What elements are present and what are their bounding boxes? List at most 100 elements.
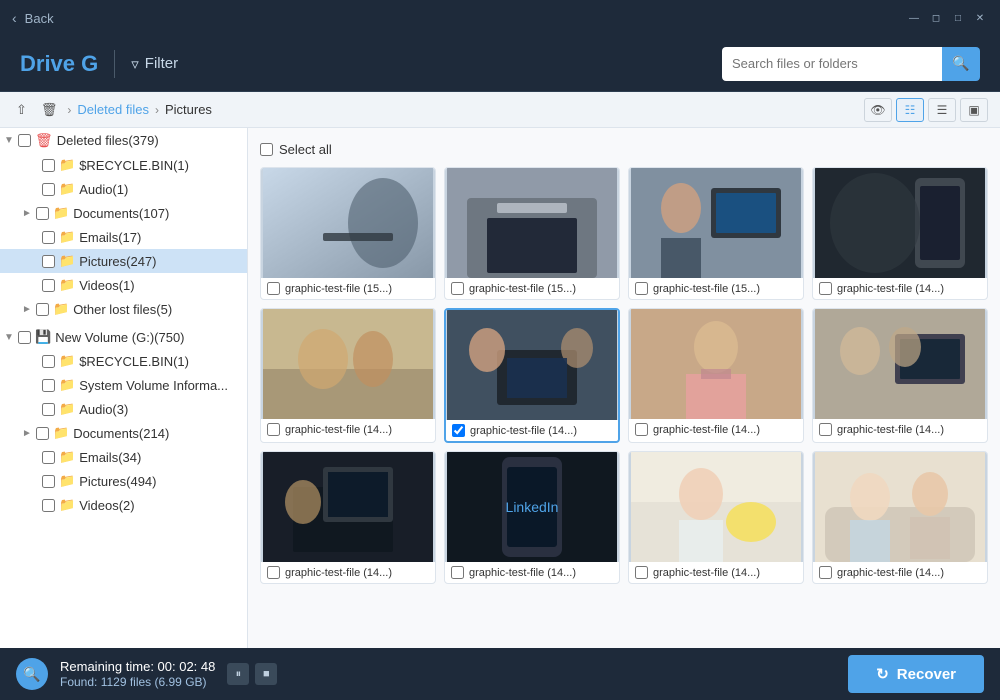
maximize-button[interactable]: □ <box>950 10 966 26</box>
drive-title: Drive G <box>20 51 98 77</box>
sidebar-item-deleted-files[interactable]: ▼ 🗑 Deleted files(379) <box>0 128 247 153</box>
filter-button[interactable]: ▿ Filter <box>131 55 178 73</box>
search-input[interactable] <box>722 47 942 81</box>
pause-button[interactable]: ⏸ <box>227 663 249 685</box>
file-thumbnail <box>813 168 987 278</box>
grid-item[interactable]: graphic-test-file (14...) <box>812 308 988 443</box>
pictures-label: Pictures(247) <box>79 254 156 269</box>
sidebar-item-new-volume[interactable]: ▼ 💾 New Volume (G:)(750) <box>0 325 247 349</box>
sidebar-item-nv-emails[interactable]: 📁 Emails(34) <box>0 445 247 469</box>
checkbox-audio[interactable] <box>42 183 55 196</box>
scan-info: Remaining time: 00: 02: 48 Found: 1129 f… <box>60 659 215 689</box>
stop-button[interactable]: ■ <box>255 663 277 685</box>
select-all-checkbox[interactable] <box>260 143 273 156</box>
view-list-button[interactable]: ☰ <box>928 98 956 122</box>
sidebar-item-nv-audio[interactable]: 📁 Audio(3) <box>0 397 247 421</box>
grid-item[interactable]: LinkedIngraphic-test-file (14...) <box>444 451 620 584</box>
file-checkbox[interactable] <box>819 423 832 436</box>
file-checkbox[interactable] <box>635 282 648 295</box>
sidebar-item-nv-documents[interactable]: ► 📁 Documents(214) <box>0 421 247 445</box>
breadcrumb-deleted-files[interactable]: Deleted files <box>77 102 149 117</box>
file-checkbox[interactable] <box>452 424 465 437</box>
file-checkbox[interactable] <box>451 566 464 579</box>
nv-emails-label: Emails(34) <box>79 450 141 465</box>
grid-item[interactable]: graphic-test-file (14...) <box>812 451 988 584</box>
scan-info-area: 🔍 Remaining time: 00: 02: 48 Found: 1129… <box>16 658 277 690</box>
file-checkbox[interactable] <box>819 282 832 295</box>
file-name: graphic-test-file (14...) <box>653 424 760 436</box>
search-button[interactable]: 🔍 <box>942 47 980 81</box>
folder-icon-8: 📁 <box>59 353 75 369</box>
recover-button[interactable]: ↻ Recover <box>848 655 984 693</box>
header: Drive G ▿ Filter 🔍 <box>0 36 1000 92</box>
sidebar-item-videos[interactable]: 📁 Videos(1) <box>0 273 247 297</box>
view-eye-button[interactable]: 👁 <box>864 98 892 122</box>
header-divider <box>114 50 115 78</box>
checkbox-other-lost[interactable] <box>36 303 49 316</box>
nv-audio-label: Audio(3) <box>79 402 128 417</box>
grid-item[interactable]: graphic-test-file (14...) <box>444 308 620 443</box>
checkbox-nv-sysinfo[interactable] <box>42 379 55 392</box>
file-item-footer: graphic-test-file (14...) <box>813 419 987 440</box>
checkbox-nv-audio[interactable] <box>42 403 55 416</box>
checkbox-new-volume[interactable] <box>18 331 31 344</box>
sidebar-item-documents[interactable]: ► 📁 Documents(107) <box>0 201 247 225</box>
sidebar-item-recycle-bin[interactable]: 📁 $RECYCLE.BIN(1) <box>0 153 247 177</box>
checkbox-videos[interactable] <box>42 279 55 292</box>
delete-breadcrumb-button[interactable]: 🗑 <box>37 100 62 120</box>
view-detail-button[interactable]: ▣ <box>960 98 988 122</box>
file-checkbox[interactable] <box>451 282 464 295</box>
checkbox-pictures[interactable] <box>42 255 55 268</box>
file-name: graphic-test-file (14...) <box>653 567 760 579</box>
checkbox-nv-documents[interactable] <box>36 427 49 440</box>
folder-icon-9: 📁 <box>59 377 75 393</box>
grid-item[interactable]: graphic-test-file (15...) <box>260 167 436 300</box>
view-grid-button[interactable]: ☷ <box>896 98 924 122</box>
nv-pictures-label: Pictures(494) <box>79 474 156 489</box>
scan-search-icon: 🔍 <box>23 666 40 683</box>
filter-icon: ▿ <box>131 55 139 73</box>
back-button[interactable]: ‹ Back <box>12 10 54 26</box>
minimize-button[interactable]: — <box>906 10 922 26</box>
sidebar-item-emails[interactable]: 📁 Emails(17) <box>0 225 247 249</box>
sidebar-item-nv-sysinfo[interactable]: 📁 System Volume Informa... <box>0 373 247 397</box>
checkbox-nv-pictures[interactable] <box>42 475 55 488</box>
file-checkbox[interactable] <box>267 423 280 436</box>
grid-item[interactable]: graphic-test-file (14...) <box>260 308 436 443</box>
file-checkbox[interactable] <box>267 282 280 295</box>
folder-icon-10: 📁 <box>59 401 75 417</box>
sidebar-item-nv-recycle[interactable]: 📁 $RECYCLE.BIN(1) <box>0 349 247 373</box>
select-all-label: Select all <box>279 142 332 157</box>
sidebar-item-pictures[interactable]: 📁 Pictures(247) <box>0 249 247 273</box>
grid-item[interactable]: graphic-test-file (15...) <box>444 167 620 300</box>
restore-button[interactable]: ◻ <box>928 10 944 26</box>
emails-label: Emails(17) <box>79 230 141 245</box>
sidebar-item-nv-pictures[interactable]: 📁 Pictures(494) <box>0 469 247 493</box>
breadcrumb-sep-2: › <box>155 103 159 117</box>
checkbox-emails[interactable] <box>42 231 55 244</box>
file-checkbox[interactable] <box>635 566 648 579</box>
close-button[interactable]: ✕ <box>972 10 988 26</box>
checkbox-recycle-bin[interactable] <box>42 159 55 172</box>
up-button[interactable]: ⇧ <box>12 100 31 120</box>
grid-item[interactable]: graphic-test-file (14...) <box>260 451 436 584</box>
nv-sysinfo-label: System Volume Informa... <box>79 378 228 393</box>
file-checkbox[interactable] <box>819 566 832 579</box>
checkbox-documents[interactable] <box>36 207 49 220</box>
file-name: graphic-test-file (14...) <box>285 567 392 579</box>
grid-item[interactable]: graphic-test-file (14...) <box>628 308 804 443</box>
grid-item[interactable]: graphic-test-file (15...) <box>628 167 804 300</box>
grid-item[interactable]: graphic-test-file (14...) <box>628 451 804 584</box>
file-checkbox[interactable] <box>635 423 648 436</box>
folder-icon-1: 📁 <box>59 157 75 173</box>
scan-icon: 🔍 <box>16 658 48 690</box>
sidebar-item-other-lost[interactable]: ► 📁 Other lost files(5) <box>0 297 247 321</box>
grid-item[interactable]: graphic-test-file (14...) <box>812 167 988 300</box>
checkbox-nv-recycle[interactable] <box>42 355 55 368</box>
checkbox-nv-videos[interactable] <box>42 499 55 512</box>
checkbox-deleted-files[interactable] <box>18 134 31 147</box>
checkbox-nv-emails[interactable] <box>42 451 55 464</box>
sidebar-item-nv-videos[interactable]: 📁 Videos(2) <box>0 493 247 517</box>
file-checkbox[interactable] <box>267 566 280 579</box>
sidebar-item-audio[interactable]: 📁 Audio(1) <box>0 177 247 201</box>
